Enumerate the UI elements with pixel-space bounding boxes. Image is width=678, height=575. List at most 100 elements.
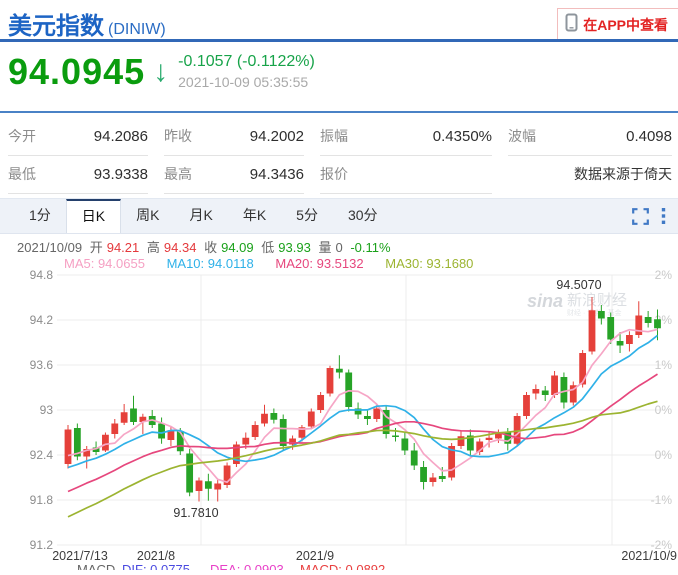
phone-icon xyxy=(565,13,578,37)
y2-axis-label: -1% xyxy=(651,493,673,507)
y-axis-label: 94.8 xyxy=(30,268,54,282)
x-axis-label: 2021/9 xyxy=(296,549,334,563)
candles-layer xyxy=(65,297,661,502)
candle-body xyxy=(607,317,614,340)
candle-body xyxy=(345,373,352,408)
candle-body xyxy=(130,409,137,423)
svg-text:sina: sina xyxy=(527,291,563,311)
tab-daily-k[interactable]: 日K xyxy=(66,199,121,233)
y-axis-label: 94.2 xyxy=(30,313,54,327)
candle-body xyxy=(645,317,652,323)
candle-body xyxy=(411,451,418,466)
tab-1min[interactable]: 1分 xyxy=(14,199,66,233)
page-title: 美元指数(DINIW) xyxy=(8,6,166,41)
tab-weekly-k[interactable]: 周K xyxy=(121,199,174,233)
price-divider xyxy=(0,111,678,113)
candle-body xyxy=(654,319,661,328)
y2-axis-label: 0% xyxy=(655,403,673,417)
candle-body xyxy=(317,395,324,410)
quote-summary: 94.0945 ↓ -0.1057 (-0.1122%) 2021-10-09 … xyxy=(8,50,315,94)
ohlc-low: 93.93 xyxy=(278,240,311,255)
open-in-app-label: 在APP中查看 xyxy=(583,15,668,35)
stat-prev-close: 昨收94.2002 xyxy=(164,118,304,156)
x-axis-label: 2021/7/13 xyxy=(52,549,108,563)
candle-body xyxy=(327,368,334,394)
candle-body xyxy=(626,335,633,344)
y-axis-label: 93 xyxy=(40,403,54,417)
candle-body xyxy=(364,416,371,419)
y-axis-label: 93.6 xyxy=(30,358,54,372)
y2-axis-label: 1% xyxy=(655,358,673,372)
candle-body xyxy=(242,438,249,445)
candle-body xyxy=(177,431,184,451)
index-name: 美元指数 xyxy=(8,13,104,40)
candle-body xyxy=(635,316,642,336)
data-source-note: 数据来源于倚天 xyxy=(508,156,672,194)
candle-body xyxy=(252,425,259,437)
candle-body xyxy=(439,476,446,479)
candle-body xyxy=(214,484,221,490)
candle-body xyxy=(401,439,408,451)
candle-body xyxy=(542,391,549,396)
candlestick-chart[interactable]: 94.82%94.22%93.61%930%92.40%91.8-1%91.2-… xyxy=(0,265,678,570)
macd-readout: MACDDIF: 0.0775DEA: 0.0903MACD: 0.0892 xyxy=(77,562,385,570)
chart-period-tabs: 1分 日K 周K 月K 年K 5分 30分 xyxy=(0,198,678,234)
more-options-icon[interactable] xyxy=(661,207,666,225)
sina-finance-quote-page: { "header": { "title": "美元指数", "symbol":… xyxy=(0,0,678,570)
candle-body xyxy=(598,311,605,319)
candle-body xyxy=(579,353,586,385)
svg-text:DIF: 0.0775: DIF: 0.0775 xyxy=(122,562,190,570)
candle-body xyxy=(551,376,558,396)
tab-monthly-k[interactable]: 月K xyxy=(174,199,227,233)
header-divider xyxy=(0,39,678,42)
svg-text:新浪财经: 新浪财经 xyxy=(567,292,627,309)
ohlc-date: 2021/10/09 xyxy=(17,240,82,255)
x-axis-label: 2021/10/9 xyxy=(621,549,677,563)
candle-body xyxy=(308,412,315,427)
price-annotations: 94.507091.7810 xyxy=(173,278,601,520)
ma10-line xyxy=(68,335,658,467)
candle-body xyxy=(514,416,521,444)
ohlc-high: 94.34 xyxy=(164,240,197,255)
stat-range: 波幅0.4098 xyxy=(508,118,672,156)
x-axis-label: 2021/8 xyxy=(137,549,175,563)
ma5-line xyxy=(68,329,658,482)
tab-30min[interactable]: 30分 xyxy=(333,199,393,233)
sina-watermark: sina新浪财经财经 · 证券 · 基金 xyxy=(527,291,627,317)
ma-lines-layer xyxy=(68,329,658,517)
candlestick-chart-svg[interactable]: 94.82%94.22%93.61%930%92.40%91.8-1%91.2-… xyxy=(0,265,678,570)
candle-body xyxy=(420,467,427,482)
y-axis-label: 92.4 xyxy=(30,448,54,462)
svg-text:DEA: 0.0903: DEA: 0.0903 xyxy=(210,562,284,570)
candle-body xyxy=(430,478,437,483)
tab-yearly-k[interactable]: 年K xyxy=(228,199,281,233)
x-axis-labels: 2021/7/13 2021/8 2021/9 2021/10/9 xyxy=(52,549,677,563)
open-in-app-button[interactable]: 在APP中查看 xyxy=(557,8,678,42)
ohlc-close: 94.09 xyxy=(221,240,254,255)
fullscreen-icon[interactable] xyxy=(632,208,649,225)
index-symbol: (DINIW) xyxy=(108,21,166,38)
ohlc-pct-change: -0.11% xyxy=(350,240,390,255)
down-arrow-icon: ↓ xyxy=(153,52,168,92)
candle-body xyxy=(102,435,109,451)
candle-body xyxy=(205,481,212,489)
y-axis-label: 91.2 xyxy=(30,538,54,552)
stat-open: 今开94.2086 xyxy=(8,118,148,156)
y-axis-label: 91.8 xyxy=(30,493,54,507)
candle-body xyxy=(261,414,268,424)
quote-stats-table: 今开94.2086 昨收94.2002 振幅0.4350% 波幅0.4098 最… xyxy=(8,118,672,194)
candle-body xyxy=(561,377,568,403)
y2-axis-label: 0% xyxy=(655,448,673,462)
candle-body xyxy=(111,424,118,435)
stat-high: 最高94.3436 xyxy=(164,156,304,194)
ohlc-volume: 0 xyxy=(335,240,342,255)
stat-amplitude: 振幅0.4350% xyxy=(320,118,492,156)
svg-text:MACD: 0.0892: MACD: 0.0892 xyxy=(300,562,385,570)
tab-5min[interactable]: 5分 xyxy=(281,199,333,233)
candle-body xyxy=(65,430,72,465)
candle-body xyxy=(121,412,128,423)
price-change: -0.1057 (-0.1122%) xyxy=(178,53,315,71)
candle-body xyxy=(373,409,380,420)
quote-timestamp: 2021-10-09 05:35:55 xyxy=(178,74,315,90)
candle-body xyxy=(336,369,343,373)
